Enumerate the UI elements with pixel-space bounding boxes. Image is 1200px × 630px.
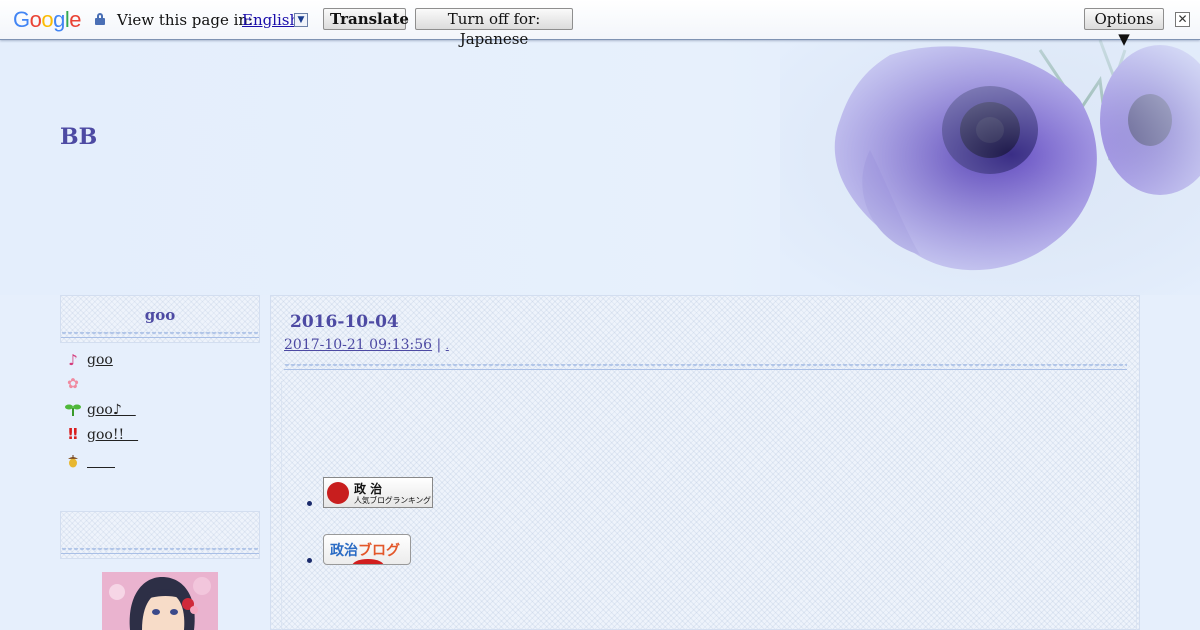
politics-blog-ranking-banner[interactable]: 政 治 人気ブログランキング [323, 477, 433, 508]
scallop-divider [61, 548, 259, 556]
chevron-down-icon[interactable]: ▼ [294, 13, 308, 27]
post-container: 2016-10-04 2017-10-21 09:13:56 | . [270, 295, 1140, 630]
acorn-icon [65, 453, 81, 469]
translate-button[interactable]: Translate [323, 8, 409, 30]
options-button[interactable]: Options ▼ [1084, 8, 1164, 48]
list-bullet [307, 501, 312, 506]
sprout-icon [65, 401, 81, 417]
politics-blog-banner[interactable]: 政治ブログ [323, 534, 411, 565]
blog-header: BB [0, 40, 1200, 295]
sidebar-item-acorn[interactable] [65, 451, 115, 471]
sidebar-item-goo-exclaim[interactable]: ‼ goo!! [65, 424, 138, 444]
banner-text: 政治ブログ [330, 543, 400, 559]
sidebar-item-goo-note[interactable]: goo♪ [65, 399, 136, 419]
sidebar-box-title: goo [144, 306, 176, 324]
scallop-divider [284, 364, 1127, 372]
post-title[interactable]: 2016-10-04 [290, 312, 399, 332]
sidebar-box-profile [60, 511, 260, 559]
lock-icon [95, 13, 105, 25]
turn-off-button[interactable]: Turn off for: Japanese [415, 8, 573, 48]
anemone-flower-image [780, 40, 1200, 295]
scallop-divider [61, 332, 259, 340]
translate-prompt: View this page in: [117, 11, 254, 29]
music-note-icon: ♪ [68, 351, 78, 369]
close-icon[interactable]: ✕ [1175, 12, 1190, 27]
sidebar-item-goo[interactable]: ♪ goo [65, 350, 113, 370]
sidebar-link-label[interactable] [87, 451, 115, 471]
language-select-link[interactable]: English [242, 11, 299, 29]
ranking-logo-icon [327, 482, 349, 504]
profile-avatar[interactable] [102, 572, 218, 630]
flower-icon: ✿ [67, 376, 79, 392]
translate-bar: Google View this page in: English ▼ Tran… [0, 0, 1200, 48]
sidebar-item-flower[interactable]: ✿ [65, 374, 87, 394]
list-bullet [307, 558, 312, 563]
post-meta: 2017-10-21 09:13:56 | . [284, 337, 449, 353]
google-logo: Google [13, 7, 82, 32]
site-title[interactable]: BB [60, 124, 97, 150]
banner-line2: 人気ブログランキング [354, 496, 431, 505]
sidebar-link-label[interactable]: goo!! [87, 424, 138, 444]
post-timestamp-link[interactable]: 2017-10-21 09:13:56 [284, 337, 432, 353]
post-category-link[interactable]: . [446, 341, 449, 352]
anime-avatar-image [102, 572, 218, 630]
double-exclamation-icon: ‼ [68, 425, 78, 443]
sidebar-box-goo: goo [60, 295, 260, 343]
sidebar-link-label[interactable]: goo♪ [87, 399, 136, 419]
sidebar-link-label[interactable]: goo [87, 352, 113, 368]
meta-separator: | [436, 337, 442, 353]
